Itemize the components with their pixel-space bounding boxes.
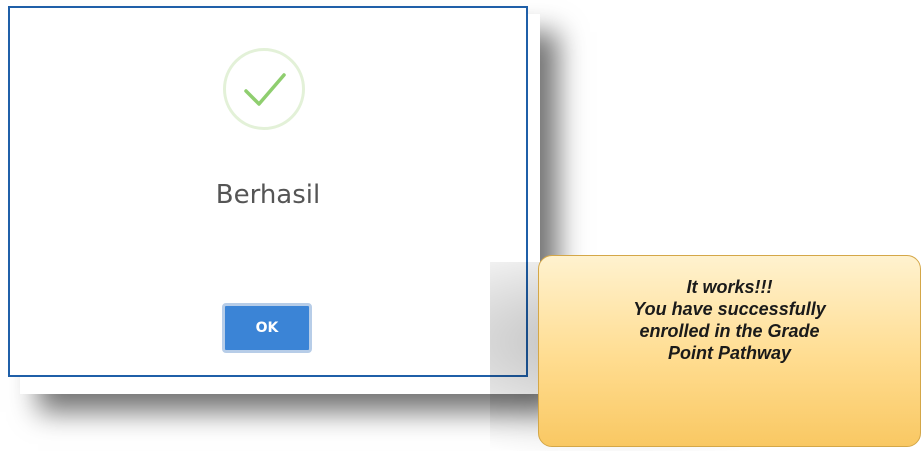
callout-line: You have successfully	[633, 299, 826, 319]
callout-line: Point Pathway	[667, 343, 792, 363]
dialog-title: Berhasil	[215, 180, 321, 210]
success-icon-circle	[223, 48, 305, 130]
callout-line: enrolled in the Grade	[639, 321, 820, 341]
screenshot-stage: Berhasil OK It works!!! You have success…	[0, 0, 923, 451]
callout-line: It works!!!	[686, 277, 773, 297]
success-dialog: Berhasil OK	[8, 6, 528, 377]
ok-button[interactable]: OK	[222, 303, 312, 353]
checkmark-icon	[244, 73, 286, 106]
callout-note: It works!!! You have successfully enroll…	[538, 255, 921, 447]
